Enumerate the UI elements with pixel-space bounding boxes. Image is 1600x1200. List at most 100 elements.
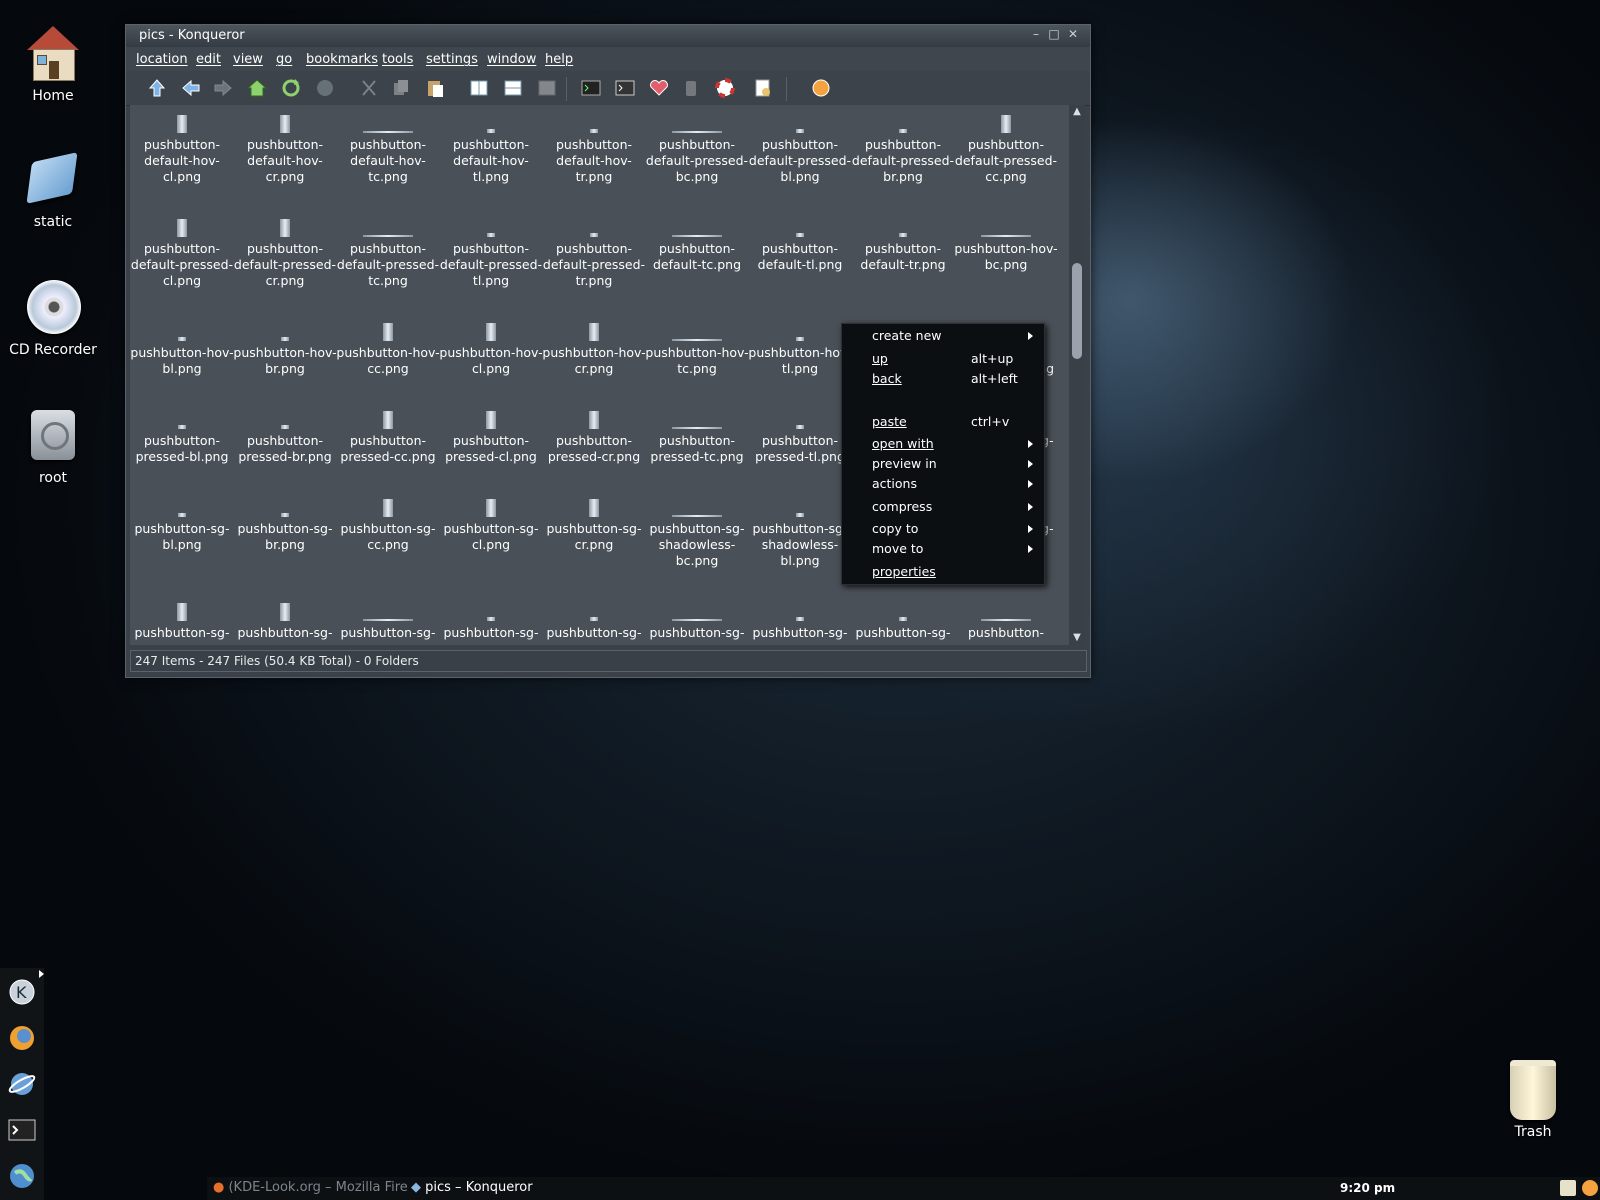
file-item[interactable]: pushbutton-pressed-tc.png <box>645 411 749 465</box>
desktop-icon-root[interactable]: root <box>3 406 103 486</box>
firefox-icon[interactable] <box>7 1023 37 1053</box>
stop-icon[interactable] <box>314 77 336 99</box>
file-item[interactable]: pushbutton-default-hov-tc.png <box>336 115 440 185</box>
file-item[interactable]: pushbutton-default-pressed-bc.png <box>645 115 749 185</box>
file-item[interactable]: pushbutton-default-pressed-tc.png <box>336 219 440 289</box>
tree-view-icon[interactable] <box>536 77 558 99</box>
file-item[interactable]: pushbutton-hov-bc.png <box>954 219 1058 273</box>
menu-view[interactable]: view <box>233 52 263 67</box>
file-item[interactable]: pushbutton-default-tc.png <box>645 219 749 273</box>
file-item[interactable]: pushbutton-sg-cc.png <box>336 499 440 553</box>
menu-item-open-with[interactable]: open with <box>872 436 934 451</box>
file-item[interactable]: pushbutton-sg-br.png <box>233 499 337 553</box>
file-item[interactable]: pushbutton-default-pressed-bl.png <box>748 115 852 185</box>
scroll-down-arrow-icon[interactable]: ▼ <box>1069 631 1085 645</box>
copy-icon[interactable] <box>390 77 412 99</box>
console-icon[interactable] <box>614 77 636 99</box>
file-item[interactable]: pushbutton-pressed-tl.png <box>748 411 852 465</box>
clock[interactable]: 9:20 pm <box>1340 1181 1395 1195</box>
file-item[interactable]: pushbutton-sg-shadowless-bl.png <box>748 499 852 569</box>
kde-menu-icon[interactable]: K <box>7 977 37 1007</box>
maximize-button[interactable]: □ <box>1047 27 1061 41</box>
file-item[interactable]: pushbutton-hov-tl.png <box>748 323 852 377</box>
file-item[interactable]: pushbutton-default-hov-tl.png <box>439 115 543 185</box>
file-item[interactable]: pushbutton-sg- <box>130 603 234 641</box>
title-bar[interactable]: pics - Konqueror – □ ✕ <box>126 25 1090 47</box>
file-item[interactable]: pushbutton-sg- <box>336 603 440 641</box>
tray-app-icon[interactable] <box>1582 1180 1598 1196</box>
file-item[interactable]: pushbutton-sg-shadowless-bc.png <box>645 499 749 569</box>
file-item[interactable]: pushbutton-sg- <box>851 603 955 641</box>
file-item[interactable]: pushbutton-sg-cr.png <box>542 499 646 553</box>
file-item[interactable]: pushbutton-hov-bl.png <box>130 323 234 377</box>
terminal-icon[interactable] <box>7 1115 37 1145</box>
file-item[interactable]: pushbutton-default-hov-cr.png <box>233 115 337 185</box>
paste-icon[interactable] <box>424 77 446 99</box>
icon-view-icon[interactable] <box>468 77 490 99</box>
menu-item-copy-to[interactable]: copy to <box>872 521 918 536</box>
file-item[interactable]: pushbutton-default-pressed-tl.png <box>439 219 543 289</box>
file-item[interactable]: pushbutton-default-pressed-cl.png <box>130 219 234 289</box>
menu-item-compress[interactable]: compress <box>872 499 932 514</box>
file-item[interactable]: pushbutton- <box>954 603 1058 641</box>
lifebuoy-icon[interactable] <box>714 77 736 99</box>
file-item[interactable]: pushbutton-sg- <box>542 603 646 641</box>
file-item[interactable]: pushbutton-pressed-br.png <box>233 411 337 465</box>
menu-location[interactable]: location <box>136 52 188 67</box>
heart-icon[interactable] <box>648 77 670 99</box>
panel-expand-arrow-icon[interactable] <box>39 970 44 978</box>
cut-icon[interactable] <box>358 77 380 99</box>
file-item[interactable]: pushbutton-sg-bl.png <box>130 499 234 553</box>
close-button[interactable]: ✕ <box>1066 27 1080 41</box>
forward-arrow-icon[interactable] <box>212 77 234 99</box>
desktop-icon-cd-recorder[interactable]: CD Recorder <box>3 278 103 358</box>
desktop-icon-static[interactable]: static <box>3 150 103 230</box>
file-item[interactable]: pushbutton-default-hov-cl.png <box>130 115 234 185</box>
menu-item-up[interactable]: up <box>872 351 888 366</box>
file-item[interactable]: pushbutton-hov-cr.png <box>542 323 646 377</box>
home-icon[interactable] <box>246 77 268 99</box>
menu-item-preview-in[interactable]: preview in <box>872 456 937 471</box>
konqueror-browser-icon[interactable] <box>7 1069 37 1099</box>
menu-bookmarks[interactable]: bookmarks <box>306 52 378 67</box>
file-item[interactable]: pushbutton-sg- <box>439 603 543 641</box>
settings-document-icon[interactable] <box>752 77 774 99</box>
file-item[interactable]: pushbutton-pressed-bl.png <box>130 411 234 465</box>
file-item[interactable]: pushbutton-default-tr.png <box>851 219 955 273</box>
file-item[interactable]: pushbutton-default-pressed-tr.png <box>542 219 646 289</box>
file-item[interactable]: pushbutton-default-pressed-cc.png <box>954 115 1058 185</box>
file-item[interactable]: pushbutton-sg- <box>645 603 749 641</box>
menu-settings[interactable]: settings <box>426 52 478 67</box>
back-arrow-icon[interactable] <box>180 77 202 99</box>
file-item[interactable]: pushbutton-hov-tc.png <box>645 323 749 377</box>
scrollbar-thumb[interactable] <box>1072 263 1082 359</box>
file-item[interactable]: pushbutton-hov-cc.png <box>336 323 440 377</box>
detail-view-icon[interactable] <box>502 77 524 99</box>
file-item[interactable]: pushbutton-sg-cl.png <box>439 499 543 553</box>
desktop-icon-trash[interactable]: Trash <box>1483 1060 1583 1140</box>
task-konqueror[interactable]: ◆ pics – Konqueror <box>411 1180 533 1195</box>
menu-window[interactable]: window <box>487 52 536 67</box>
menu-item-paste[interactable]: paste <box>872 414 907 429</box>
file-item[interactable]: pushbutton-pressed-cl.png <box>439 411 543 465</box>
file-item[interactable]: pushbutton-default-pressed-cr.png <box>233 219 337 289</box>
menu-go[interactable]: go <box>276 52 292 67</box>
file-item[interactable]: pushbutton-hov-br.png <box>233 323 337 377</box>
file-item[interactable]: pushbutton-sg- <box>233 603 337 641</box>
menu-help[interactable]: help <box>545 52 573 67</box>
globe-icon[interactable] <box>7 1161 37 1191</box>
file-item[interactable]: pushbutton-hov-cl.png <box>439 323 543 377</box>
klipper-icon[interactable] <box>1560 1180 1576 1196</box>
terminal-icon[interactable] <box>580 77 602 99</box>
menu-tools[interactable]: tools <box>382 52 413 67</box>
vertical-scrollbar[interactable]: ▲ ▼ <box>1069 105 1085 645</box>
file-item[interactable]: pushbutton-default-hov-tr.png <box>542 115 646 185</box>
minimize-button[interactable]: – <box>1029 27 1043 41</box>
file-item[interactable]: pushbutton-default-tl.png <box>748 219 852 273</box>
file-item[interactable]: pushbutton-default-pressed-br.png <box>851 115 955 185</box>
menu-item-back[interactable]: back <box>872 371 902 386</box>
menu-item-actions[interactable]: actions <box>872 476 917 491</box>
file-item[interactable]: pushbutton-pressed-cr.png <box>542 411 646 465</box>
menu-item-move-to[interactable]: move to <box>872 541 923 556</box>
file-item[interactable]: pushbutton-sg- <box>748 603 852 641</box>
